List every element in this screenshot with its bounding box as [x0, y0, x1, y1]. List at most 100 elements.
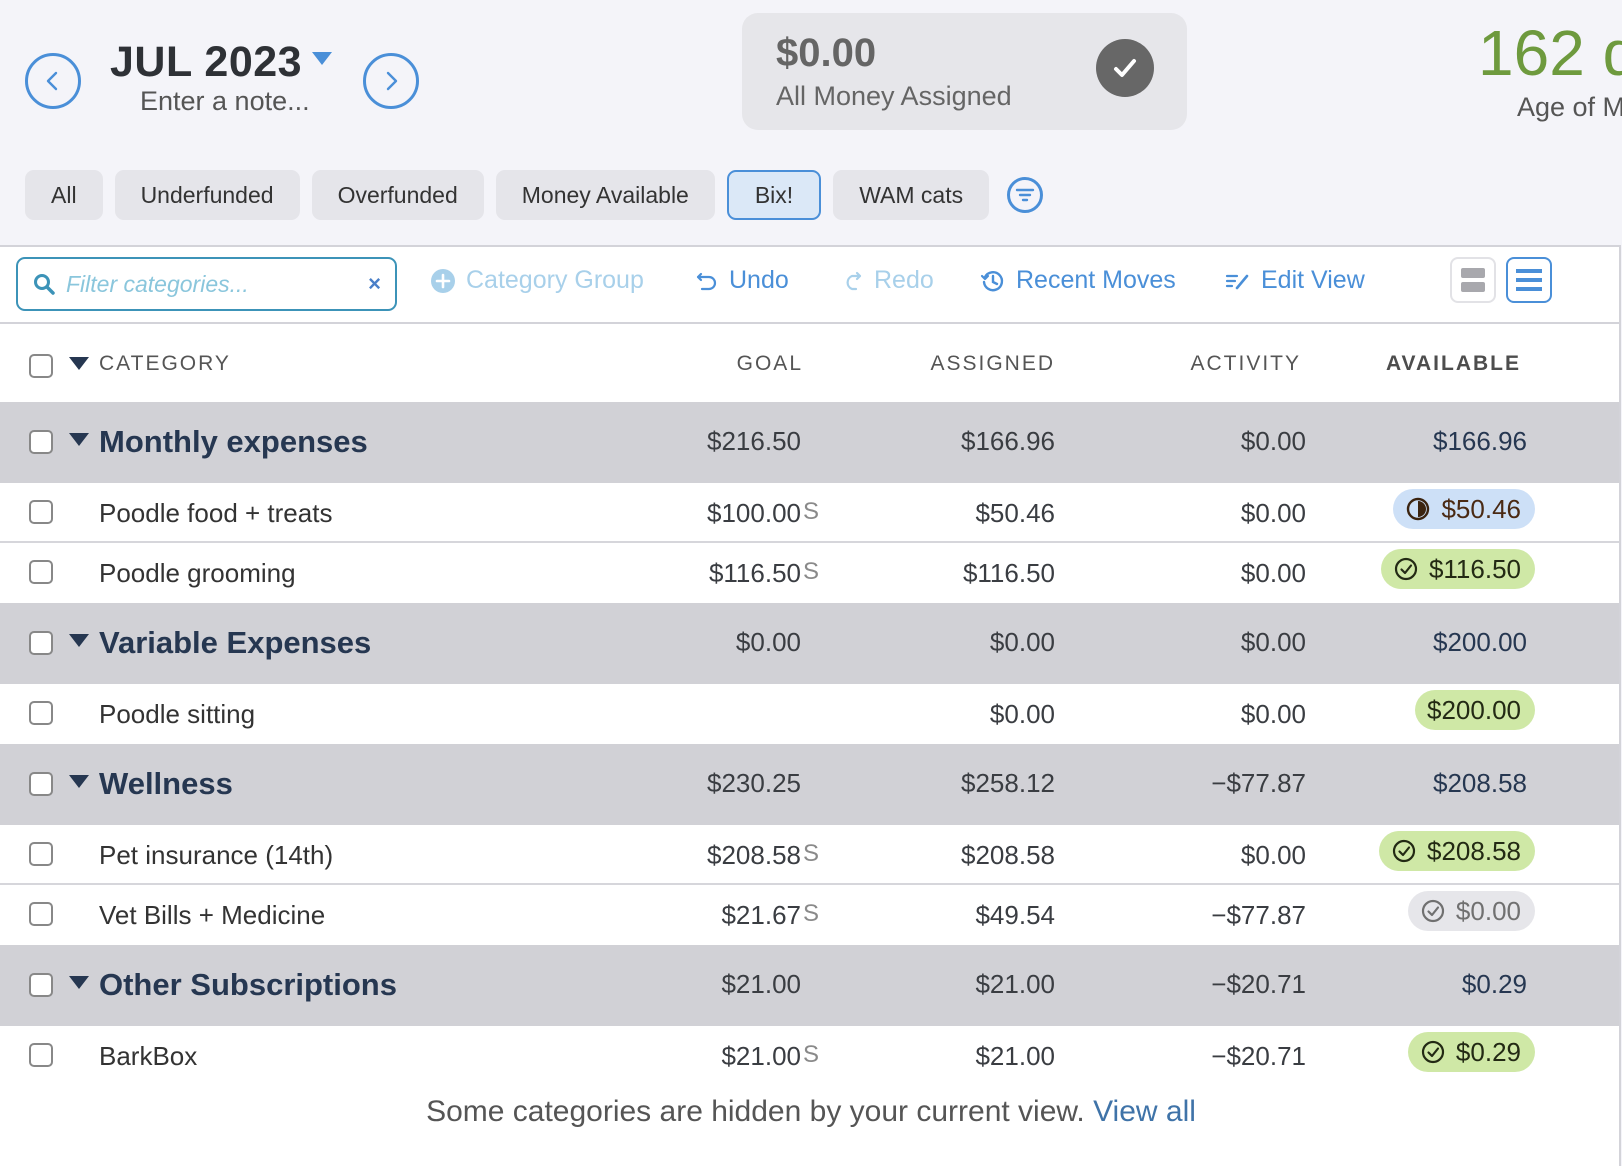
undo-button[interactable]: Undo	[695, 266, 789, 295]
month-selector[interactable]: JUL 2023	[110, 38, 333, 87]
budget-table-panel: × Category Group Undo Redo Recent Moves	[0, 245, 1621, 1166]
column-header-category[interactable]: CATEGORY	[99, 352, 231, 376]
category-row[interactable]: Poodle sitting $0.00 $0.00 $200.00	[0, 684, 1619, 744]
category-name[interactable]: Vet Bills + Medicine	[99, 900, 325, 931]
recent-moves-label: Recent Moves	[1016, 266, 1176, 294]
collapse-group-caret-icon[interactable]	[69, 433, 89, 446]
group-checkbox[interactable]	[29, 631, 53, 655]
category-available: $200.00	[1427, 694, 1521, 725]
edit-view-button[interactable]: Edit View	[1225, 266, 1365, 295]
group-available: $166.96	[1433, 426, 1527, 456]
group-goal: $21.00	[721, 969, 801, 999]
available-pill[interactable]: $0.00	[1407, 891, 1535, 931]
chevron-left-icon	[46, 71, 58, 91]
chip-bix[interactable]: Bix!	[726, 170, 822, 220]
previous-month-button[interactable]	[25, 53, 81, 109]
next-month-button[interactable]	[363, 53, 419, 109]
category-checkbox[interactable]	[29, 1043, 53, 1067]
category-activity[interactable]: −$20.71	[1211, 1041, 1306, 1072]
category-assigned[interactable]: $50.46	[975, 498, 1055, 529]
category-assigned[interactable]: $208.58	[961, 840, 1055, 871]
category-group-row[interactable]: Other Subscriptions $21.00 $21.00 −$20.71 $0…	[0, 945, 1619, 1026]
category-checkbox[interactable]	[29, 560, 53, 584]
group-checkbox[interactable]	[29, 430, 53, 454]
ready-to-assign-card[interactable]: $0.00 All Money Assigned	[742, 13, 1187, 130]
category-group-row[interactable]: Variable Expenses $0.00 $0.00 $0.00 $200.00	[0, 603, 1619, 684]
category-activity[interactable]: $0.00	[1241, 498, 1306, 529]
collapse-all-caret-icon[interactable]	[69, 357, 89, 370]
view-all-link[interactable]: View all	[1093, 1095, 1196, 1128]
filter-icon[interactable]	[1007, 177, 1044, 213]
add-category-group-button[interactable]: Category Group	[430, 266, 644, 295]
ready-to-assign-label: All Money Assigned	[776, 81, 1012, 111]
available-pill[interactable]: $0.29	[1407, 1032, 1535, 1072]
category-assigned[interactable]: $0.00	[990, 699, 1055, 730]
select-all-checkbox[interactable]	[29, 354, 53, 378]
category-activity[interactable]: $0.00	[1241, 699, 1306, 730]
group-name[interactable]: Monthly expenses	[99, 424, 368, 460]
category-row[interactable]: Pet insurance (14th) $208.58 S $208.58 $0.00…	[0, 825, 1619, 885]
group-checkbox[interactable]	[29, 973, 53, 997]
group-assigned: $0.00	[989, 627, 1055, 657]
category-group-row[interactable]: Monthly expenses $216.50 $166.96 $0.00 $166.…	[0, 402, 1619, 483]
category-activity[interactable]: $0.00	[1241, 840, 1306, 871]
category-activity[interactable]: −$77.87	[1211, 900, 1306, 931]
compact-view-toggle[interactable]	[1450, 257, 1496, 303]
collapse-group-caret-icon[interactable]	[69, 775, 89, 788]
group-name[interactable]: Variable Expenses	[99, 625, 371, 661]
collapse-group-caret-icon[interactable]	[69, 634, 89, 647]
redo-label: Redo	[874, 266, 934, 294]
category-row[interactable]: Vet Bills + Medicine $21.67 S $49.54 −$77.87…	[0, 885, 1619, 945]
recent-moves-button[interactable]: Recent Moves	[980, 266, 1176, 295]
category-assigned[interactable]: $116.50	[963, 558, 1055, 589]
available-pill[interactable]: $50.46	[1393, 489, 1535, 529]
category-row[interactable]: BarkBox $21.00 S $21.00 −$20.71 $0.29	[0, 1026, 1619, 1086]
search-icon	[34, 274, 55, 295]
category-available: $208.58	[1427, 835, 1521, 866]
category-group-row[interactable]: Wellness $230.25 $258.12 −$77.87 $208.58	[0, 744, 1619, 825]
category-activity[interactable]: $0.00	[1241, 558, 1306, 589]
available-pill[interactable]: $116.50	[1380, 549, 1535, 589]
category-name[interactable]: BarkBox	[99, 1041, 197, 1072]
category-checkbox[interactable]	[29, 701, 53, 725]
group-available: $208.58	[1433, 768, 1527, 798]
category-checkbox[interactable]	[29, 902, 53, 926]
chip-all[interactable]: All	[25, 170, 103, 220]
list-view-toggle[interactable]	[1506, 257, 1552, 303]
category-assigned[interactable]: $49.54	[975, 900, 1055, 931]
chip-underfunded[interactable]: Underfunded	[114, 170, 300, 220]
goal-snooze-flag: S	[802, 558, 819, 585]
caret-down-icon	[312, 52, 333, 65]
filter-categories-box[interactable]: ×	[16, 257, 397, 311]
group-checkbox[interactable]	[29, 772, 53, 796]
month-note-field[interactable]: Enter a note...	[140, 86, 310, 117]
chip-wam-cats[interactable]: WAM cats	[833, 170, 990, 220]
group-assigned: $21.00	[975, 969, 1055, 999]
group-name[interactable]: Wellness	[99, 766, 233, 802]
group-assigned: $258.12	[961, 768, 1055, 798]
category-checkbox[interactable]	[29, 842, 53, 866]
edit-list-icon	[1225, 270, 1251, 292]
clear-search-icon[interactable]: ×	[368, 271, 381, 297]
filter-categories-input[interactable]	[64, 269, 369, 299]
category-row[interactable]: Poodle food + treats $100.00 S $50.46 $0.00 $…	[0, 483, 1619, 543]
chevron-right-icon	[386, 71, 398, 91]
category-name[interactable]: Poodle sitting	[99, 699, 255, 730]
category-name[interactable]: Poodle grooming	[99, 558, 296, 589]
collapse-group-caret-icon[interactable]	[69, 976, 89, 989]
column-header-available: AVAILABLE	[1385, 352, 1521, 375]
column-header-activity: ACTIVITY	[1190, 352, 1301, 375]
group-name[interactable]: Other Subscriptions	[99, 967, 397, 1003]
age-of-money-value: 162 d	[1478, 17, 1622, 89]
category-assigned[interactable]: $21.00	[975, 1041, 1055, 1072]
available-pill[interactable]: $200.00	[1415, 690, 1535, 730]
category-name[interactable]: Pet insurance (14th)	[99, 840, 333, 871]
chip-overfunded[interactable]: Overfunded	[311, 170, 484, 220]
category-row[interactable]: Poodle grooming $116.50 S $116.50 $0.00 $116.…	[0, 543, 1619, 603]
available-pill[interactable]: $208.58	[1379, 831, 1535, 871]
redo-button[interactable]: Redo	[840, 266, 934, 295]
category-checkbox[interactable]	[29, 500, 53, 524]
category-name[interactable]: Poodle food + treats	[99, 498, 332, 529]
category-goal: $208.58	[707, 840, 801, 870]
chip-money-available[interactable]: Money Available	[495, 170, 715, 220]
